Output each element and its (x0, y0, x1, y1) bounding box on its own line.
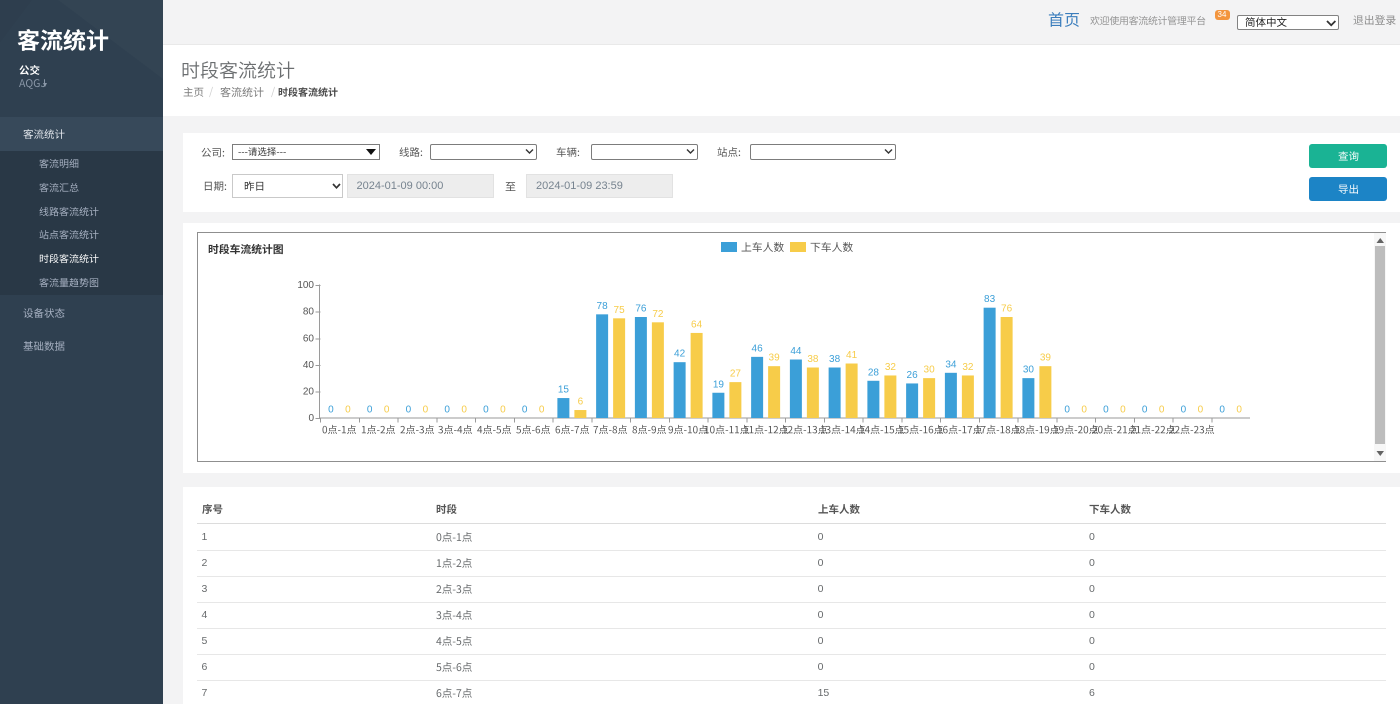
svg-text:0: 0 (1198, 405, 1204, 416)
svg-text:0: 0 (1081, 405, 1087, 416)
svg-text:0: 0 (345, 405, 351, 416)
svg-text:38: 38 (807, 354, 819, 365)
svg-text:100: 100 (297, 280, 314, 291)
svg-text:39: 39 (1040, 353, 1052, 364)
svg-text:83: 83 (984, 294, 996, 305)
svg-text:0: 0 (406, 405, 412, 416)
svg-text:0: 0 (328, 405, 334, 416)
svg-text:80: 80 (303, 307, 315, 318)
svg-text:0: 0 (539, 405, 545, 416)
svg-text:0: 0 (1181, 405, 1187, 416)
svg-text:76: 76 (1001, 304, 1013, 315)
svg-text:0: 0 (1064, 405, 1070, 416)
svg-text:40: 40 (303, 360, 315, 371)
svg-text:19: 19 (713, 379, 725, 390)
svg-text:0: 0 (461, 405, 467, 416)
svg-text:46: 46 (752, 343, 764, 354)
svg-text:0: 0 (384, 405, 390, 416)
svg-text:0: 0 (367, 405, 373, 416)
svg-text:41: 41 (846, 350, 858, 361)
svg-text:0: 0 (1103, 405, 1109, 416)
svg-text:0: 0 (1142, 405, 1148, 416)
svg-text:0: 0 (1219, 405, 1225, 416)
svg-text:15: 15 (558, 385, 570, 396)
svg-text:0: 0 (500, 405, 506, 416)
svg-text:60: 60 (303, 333, 315, 344)
svg-text:42: 42 (674, 349, 686, 360)
svg-text:32: 32 (962, 362, 974, 373)
svg-text:26: 26 (907, 370, 919, 381)
svg-text:28: 28 (868, 367, 880, 378)
svg-text:6: 6 (578, 397, 584, 408)
svg-text:64: 64 (691, 319, 703, 330)
svg-text:20: 20 (303, 386, 315, 397)
svg-text:72: 72 (652, 309, 664, 320)
svg-text:0: 0 (1120, 405, 1126, 416)
svg-text:34: 34 (945, 359, 957, 370)
svg-text:38: 38 (829, 354, 841, 365)
svg-text:30: 30 (1023, 365, 1035, 376)
svg-text:0: 0 (483, 405, 489, 416)
svg-text:0: 0 (1159, 405, 1165, 416)
svg-text:39: 39 (769, 353, 781, 364)
svg-text:0: 0 (522, 405, 528, 416)
svg-text:0: 0 (308, 413, 314, 424)
svg-text:32: 32 (885, 362, 897, 373)
svg-text:0: 0 (444, 405, 450, 416)
svg-text:0: 0 (1236, 405, 1242, 416)
svg-text:76: 76 (635, 304, 647, 315)
svg-text:75: 75 (614, 305, 626, 316)
svg-text:27: 27 (730, 369, 742, 380)
svg-text:44: 44 (790, 346, 802, 357)
svg-text:0: 0 (423, 405, 429, 416)
svg-text:78: 78 (597, 301, 609, 312)
svg-text:30: 30 (924, 365, 936, 376)
